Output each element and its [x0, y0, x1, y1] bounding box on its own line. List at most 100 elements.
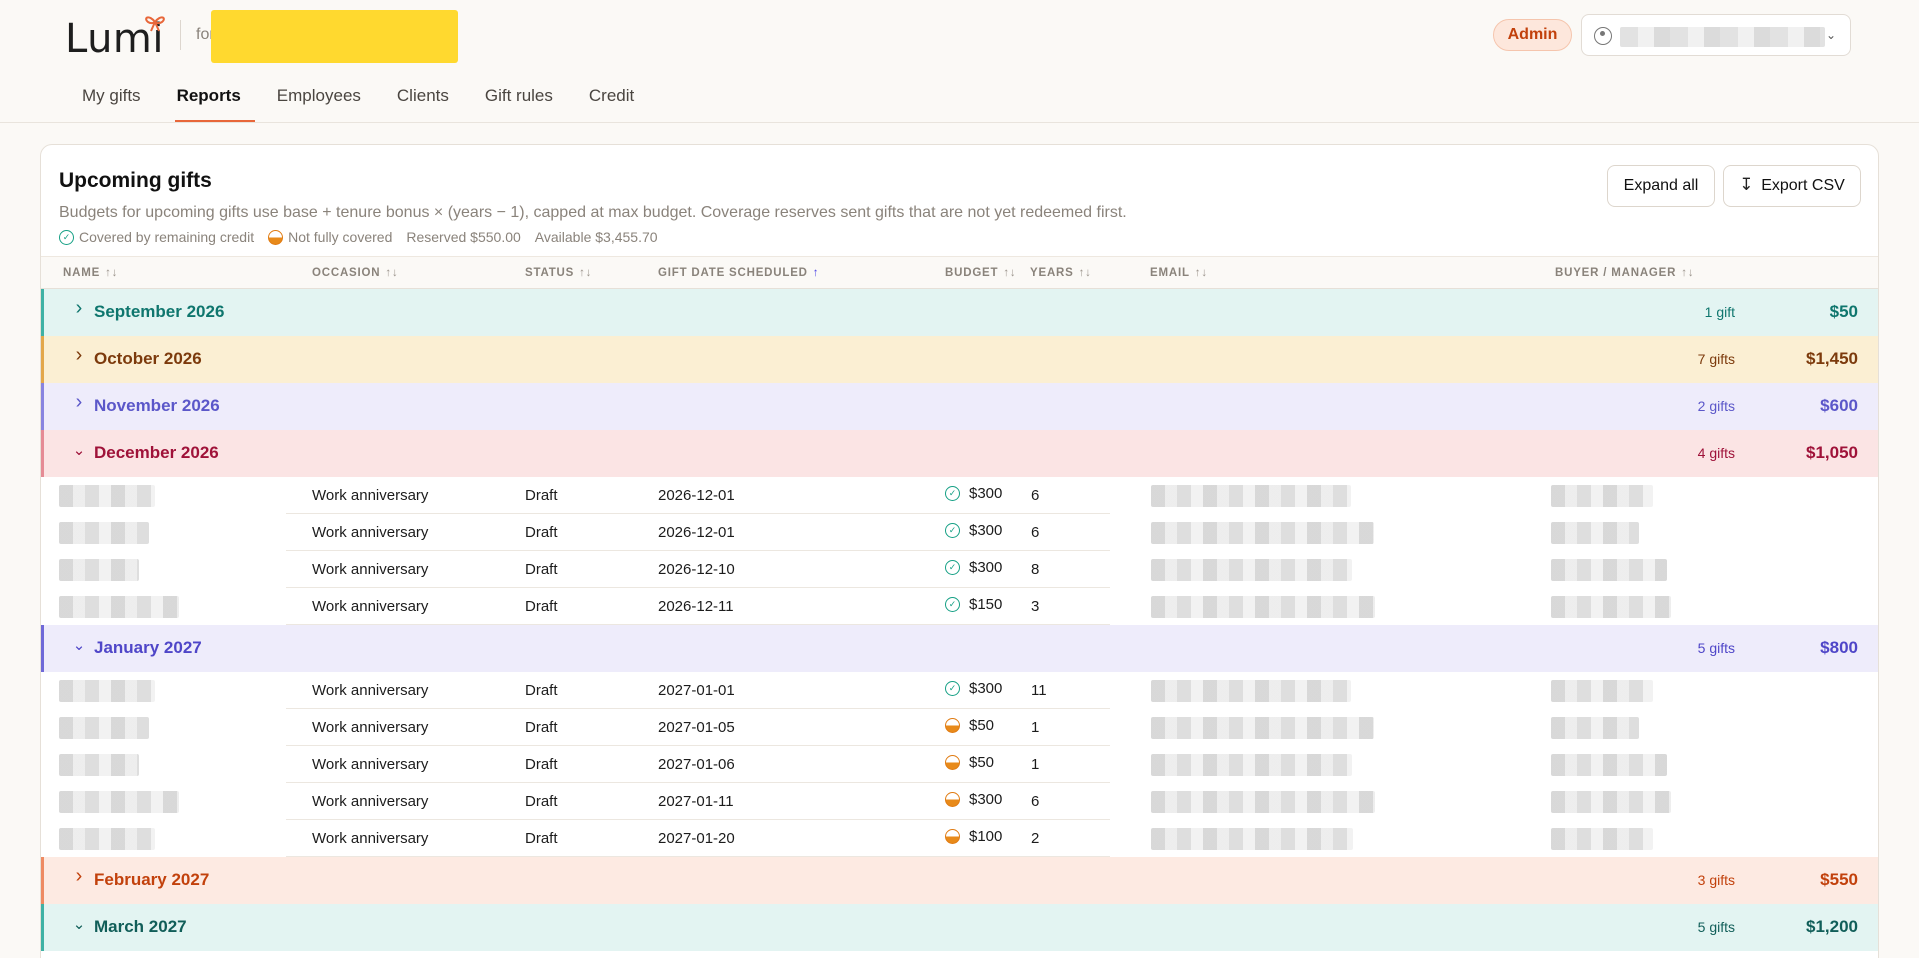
manager-redacted: [1551, 754, 1667, 776]
group-total: $50: [1829, 302, 1858, 321]
years-cell: 3: [1031, 598, 1040, 615]
month-group-row[interactable]: ⌄ January 2027 5 gifts $800: [41, 625, 1878, 672]
name-redacted: [59, 717, 149, 739]
upcoming-gifts-card: Upcoming gifts Budgets for upcoming gift…: [40, 144, 1879, 958]
budget-cell: ✓ $300: [945, 680, 1002, 697]
email-redacted: [1151, 680, 1351, 702]
table-row[interactable]: Work anniversary Draft 2027-01-06 $50 1: [41, 746, 1878, 783]
month-group-row[interactable]: ⌄ December 2026 4 gifts $1,050: [41, 430, 1878, 477]
sort-ascending-icon: ↑: [812, 267, 820, 279]
col-name[interactable]: NAME ↑↓: [63, 267, 118, 279]
top-bar: Lumi for Admin ⌄ My gifts Reports Employ…: [0, 0, 1919, 123]
name-redacted: [59, 828, 155, 850]
group-month-label: November 2026: [94, 396, 220, 415]
nav-employees[interactable]: Employees: [277, 86, 375, 122]
sort-icon: ↑↓: [385, 267, 399, 279]
gift-bow-icon: [145, 16, 165, 32]
group-gift-count: 5 gifts: [1697, 919, 1735, 935]
gift-date-cell: 2026-12-01: [658, 524, 735, 541]
check-circle-icon: ✓: [945, 560, 960, 575]
occasion-cell: Work anniversary: [312, 719, 429, 736]
coverage-legend: ✓ Covered by remaining credit Not fully c…: [59, 229, 672, 245]
group-month-label: October 2026: [94, 349, 202, 368]
col-gift-date[interactable]: GIFT DATE SCHEDULED ↑: [658, 267, 819, 279]
col-budget[interactable]: BUDGET ↑↓: [945, 267, 1016, 279]
sort-icon: ↑↓: [105, 267, 119, 279]
gift-date-cell: 2026-12-11: [658, 598, 734, 615]
email-redacted: [1151, 485, 1351, 507]
manager-redacted: [1551, 680, 1653, 702]
email-redacted: [1151, 522, 1374, 544]
user-menu-dropdown[interactable]: ⌄: [1581, 14, 1851, 56]
table-row[interactable]: Work anniversary Draft 2027-01-01 ✓ $300 11: [41, 672, 1878, 709]
occasion-cell: Work anniversary: [312, 524, 429, 541]
table-row[interactable]: Work anniversary Draft 2026-12-10 ✓ $300 8: [41, 551, 1878, 588]
table-row[interactable]: Work anniversary Draft 2027-01-05 $50 1: [41, 709, 1878, 746]
nav-reports[interactable]: Reports: [174, 86, 256, 122]
group-total: $1,050: [1806, 443, 1858, 462]
email-redacted: [1151, 596, 1375, 618]
table-row[interactable]: Work anniversary Draft 2027-01-20 $100 2: [41, 820, 1878, 857]
month-group-row[interactable]: › November 2026 2 gifts $600: [41, 383, 1878, 430]
status-cell: Draft: [525, 756, 558, 773]
sort-icon: ↑↓: [1003, 267, 1017, 279]
email-redacted: [1151, 828, 1353, 850]
month-group-row[interactable]: › February 2027 3 gifts $550: [41, 857, 1878, 904]
chevron-right-icon[interactable]: ›: [72, 865, 86, 888]
month-group-row[interactable]: › September 2026 1 gift $50: [41, 289, 1878, 336]
nav-credit[interactable]: Credit: [589, 86, 648, 122]
month-group-row[interactable]: ⌄ March 2027 5 gifts $1,200: [41, 904, 1878, 951]
budget-value: $100: [969, 828, 1003, 845]
chevron-right-icon[interactable]: ›: [72, 391, 86, 414]
nav-clients[interactable]: Clients: [397, 86, 463, 122]
occasion-cell: Work anniversary: [312, 756, 429, 773]
half-circle-icon: [945, 829, 960, 844]
name-redacted: [59, 680, 155, 702]
month-group-row[interactable]: › October 2026 7 gifts $1,450: [41, 336, 1878, 383]
table-row[interactable]: Work anniversary Draft 2026-12-01 ✓ $300 6: [41, 514, 1878, 551]
budget-cell: ✓ $300: [945, 559, 1002, 576]
col-years[interactable]: YEARS ↑↓: [1030, 267, 1092, 279]
budget-value: $50: [969, 754, 995, 771]
gift-date-cell: 2027-01-05: [658, 719, 735, 736]
budget-value: $300: [969, 680, 1003, 697]
email-redacted: [1151, 791, 1375, 813]
group-total: $800: [1820, 638, 1858, 657]
budget-cell: $100: [945, 828, 1002, 845]
name-redacted: [59, 596, 179, 618]
col-buyer-manager[interactable]: BUYER / MANAGER ↑↓: [1555, 267, 1694, 279]
gift-date-cell: 2026-12-01: [658, 487, 735, 504]
budget-value: $50: [969, 717, 995, 734]
manager-redacted: [1551, 522, 1639, 544]
chevron-down-icon[interactable]: ⌄: [72, 915, 86, 933]
table-row[interactable]: Work anniversary Draft 2026-12-01 ✓ $300 6: [41, 477, 1878, 514]
chevron-right-icon[interactable]: ›: [72, 344, 86, 367]
col-occasion[interactable]: OCCASION ↑↓: [312, 267, 399, 279]
main-nav: My gifts Reports Employees Clients Gift …: [82, 86, 670, 122]
status-cell: Draft: [525, 524, 558, 541]
nav-my-gifts[interactable]: My gifts: [82, 86, 155, 122]
nav-gift-rules[interactable]: Gift rules: [485, 86, 567, 122]
legend-not-covered: Not fully covered: [288, 229, 393, 245]
org-name-redacted: [211, 10, 458, 63]
export-csv-button[interactable]: Export CSV: [1723, 165, 1861, 207]
gift-date-cell: 2027-01-01: [658, 682, 735, 699]
expand-all-button[interactable]: Expand all: [1607, 165, 1715, 207]
budget-cell: ✓ $150: [945, 596, 1002, 613]
occasion-cell: Work anniversary: [312, 598, 429, 615]
budget-value: $300: [969, 791, 1003, 808]
group-gift-count: 2 gifts: [1697, 398, 1735, 414]
check-circle-icon: ✓: [945, 523, 960, 538]
table-row[interactable]: Work anniversary Draft 2026-12-11 ✓ $150 3: [41, 588, 1878, 625]
chevron-right-icon[interactable]: ›: [72, 297, 86, 320]
half-circle-icon: [268, 229, 284, 245]
status-cell: Draft: [525, 793, 558, 810]
table-row[interactable]: Work anniversary Draft 2027-01-11 $300 6: [41, 783, 1878, 820]
check-circle-icon: ✓: [945, 486, 960, 501]
status-cell: Draft: [525, 830, 558, 847]
col-status[interactable]: STATUS ↑↓: [525, 267, 592, 279]
chevron-down-icon[interactable]: ⌄: [72, 636, 86, 654]
col-email[interactable]: EMAIL ↑↓: [1150, 267, 1208, 279]
chevron-down-icon[interactable]: ⌄: [72, 441, 86, 459]
budget-value: $300: [969, 559, 1003, 576]
